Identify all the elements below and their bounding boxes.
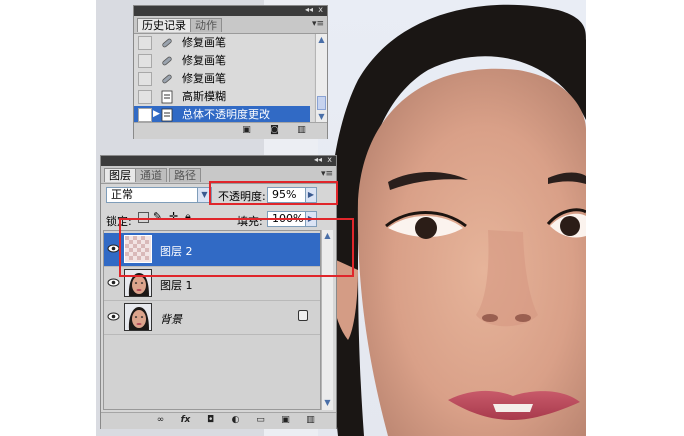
mask-icon[interactable]: ◘: [205, 415, 216, 426]
tab-channels[interactable]: 通道: [135, 168, 167, 182]
portrait-photo: [318, 0, 586, 436]
scroll-thumb[interactable]: [317, 96, 326, 110]
trash-icon[interactable]: ▥: [305, 415, 316, 426]
tab-paths[interactable]: 路径: [169, 168, 201, 182]
eye-icon[interactable]: [107, 310, 120, 323]
history-panel: ◂◂ x 历史记录 动作 ▾≡ 修复画笔 修复画笔 修复画笔 高斯模糊 ▶ 总体…: [133, 5, 328, 139]
trash-icon[interactable]: ▥: [296, 125, 307, 136]
adjustment-icon[interactable]: ◐: [230, 415, 241, 426]
history-item-label: 修复画笔: [182, 36, 226, 49]
history-item-label: 总体不透明度更改: [182, 108, 270, 121]
history-item-label: 修复画笔: [182, 72, 226, 85]
tab-history[interactable]: 历史记录: [137, 18, 191, 32]
history-panel-titlebar[interactable]: ◂◂ x: [134, 5, 327, 16]
history-footer: ▣ ◙ ▥: [134, 122, 327, 139]
filter-document-icon: [161, 90, 173, 104]
layer-row[interactable]: 背景: [104, 301, 320, 335]
collapse-icon[interactable]: ◂◂: [305, 5, 313, 14]
scroll-down-icon[interactable]: ▼: [322, 397, 333, 409]
history-scrollbar[interactable]: ▲ ▼: [315, 34, 327, 124]
history-brush-checkbox[interactable]: [138, 108, 152, 122]
history-item-label: 修复画笔: [182, 54, 226, 67]
history-brush-checkbox[interactable]: [138, 36, 152, 50]
tab-layers[interactable]: 图层: [104, 168, 136, 182]
list-item[interactable]: 高斯模糊: [134, 88, 310, 106]
layer-highlight-box: [119, 218, 354, 277]
healing-brush-icon: [162, 74, 172, 84]
blend-mode-value: 正常: [111, 188, 133, 201]
group-folder-icon[interactable]: ▭: [255, 415, 266, 426]
layers-panel-titlebar[interactable]: ◂◂ x: [101, 155, 336, 166]
new-document-from-state-icon[interactable]: ▣: [241, 125, 252, 136]
list-item[interactable]: 修复画笔: [134, 34, 310, 52]
list-item[interactable]: 修复画笔: [134, 52, 310, 70]
new-layer-icon[interactable]: ▣: [280, 415, 291, 426]
history-brush-checkbox[interactable]: [138, 72, 152, 86]
portrait-illustration: [327, 4, 586, 436]
blend-mode-select[interactable]: 正常 ▼: [106, 187, 212, 203]
close-icon[interactable]: x: [327, 155, 332, 164]
close-icon[interactable]: x: [318, 5, 323, 14]
panel-menu-icon[interactable]: ▾≡: [321, 169, 333, 179]
link-icon[interactable]: ∞: [155, 415, 166, 426]
healing-brush-icon: [162, 56, 172, 66]
collapse-icon[interactable]: ◂◂: [314, 155, 322, 164]
history-brush-checkbox[interactable]: [138, 90, 152, 104]
layer-name: 图层 1: [160, 279, 193, 292]
fx-icon[interactable]: fx: [180, 415, 191, 426]
snapshot-camera-icon[interactable]: ◙: [269, 125, 280, 136]
healing-brush-icon: [162, 38, 172, 48]
opacity-highlight-box: [209, 181, 338, 205]
panel-menu-icon[interactable]: ▾≡: [312, 19, 324, 29]
history-list: 修复画笔 修复画笔 修复画笔 高斯模糊 ▶ 总体不透明度更改: [134, 34, 314, 124]
filter-document-icon: [161, 108, 173, 122]
face-thumbnail-icon: [128, 307, 149, 330]
history-brush-checkbox[interactable]: [138, 54, 152, 68]
scroll-up-icon[interactable]: ▲: [316, 34, 327, 46]
layers-footer: ∞ fx ◘ ◐ ▭ ▣ ▥: [101, 412, 336, 429]
lock-icon: [298, 310, 308, 321]
list-item[interactable]: 修复画笔: [134, 70, 310, 88]
tab-actions[interactable]: 动作: [190, 18, 222, 32]
history-state-marker-icon: ▶: [153, 109, 160, 119]
history-item-label: 高斯模糊: [182, 90, 226, 103]
layer-name: 背景: [160, 313, 182, 326]
eye-icon[interactable]: [107, 276, 120, 289]
layer-thumbnail-face: [124, 303, 152, 331]
history-tabs: 历史记录 动作 ▾≡: [134, 16, 327, 34]
